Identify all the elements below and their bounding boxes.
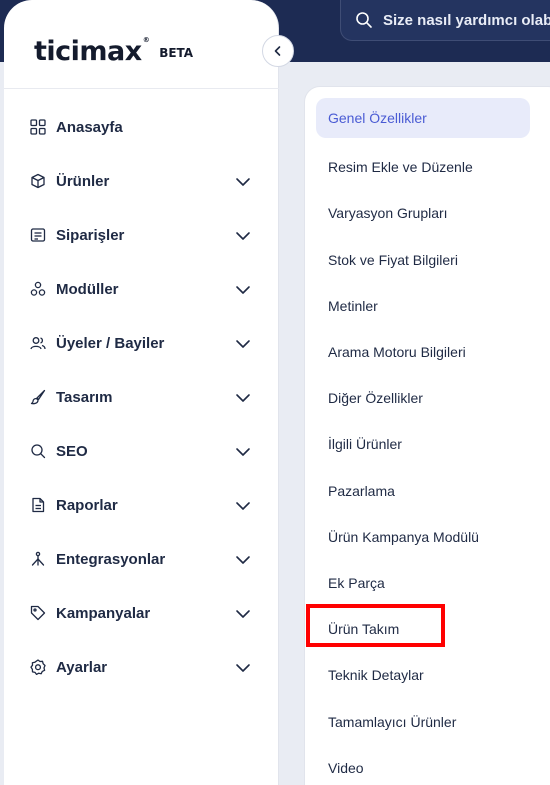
sidebar-item-seo[interactable]: SEO [4, 424, 279, 478]
sidebar-divider [4, 88, 279, 89]
chevron-down-icon[interactable] [235, 282, 251, 298]
sidebar-item-label: Tasarım [56, 388, 113, 406]
chevron-left-icon [274, 46, 281, 56]
section-genel-ozellikler[interactable]: Genel Özellikler [316, 98, 530, 138]
sidebar-item-anasayfa[interactable]: Anasayfa [4, 100, 279, 154]
section-ilgili-urunler[interactable]: İlgili Ürünler [316, 421, 530, 467]
search-icon [30, 443, 46, 459]
receipt-icon [30, 227, 46, 243]
chevron-down-icon[interactable] [235, 174, 251, 190]
integration-icon [30, 551, 46, 567]
section-urun-takim[interactable]: Ürün Takım [316, 606, 530, 652]
chevron-down-icon[interactable] [235, 390, 251, 406]
chevron-down-icon[interactable] [235, 444, 251, 460]
search-box[interactable] [340, 0, 550, 41]
section-varyasyon-gruplari[interactable]: Varyasyon Grupları [316, 190, 530, 236]
section-tamamlayici-urunler[interactable]: Tamamlayıcı Ürünler [316, 698, 530, 744]
chevron-down-icon[interactable] [235, 228, 251, 244]
document-icon [30, 497, 46, 513]
sidebar-item-label: Anasayfa [56, 118, 123, 136]
sidebar-item-moduller[interactable]: Modüller [4, 262, 279, 316]
sidebar-item-label: Raporlar [56, 496, 118, 514]
sidebar-item-entegrasyonlar[interactable]: Entegrasyonlar [4, 532, 279, 586]
sidebar-item-urunler[interactable]: Ürünler [4, 154, 279, 208]
tag-icon [30, 605, 46, 621]
logo-wordmark: ticimax® [34, 35, 150, 67]
sidebar-item-tasarim[interactable]: Tasarım [4, 370, 279, 424]
chevron-down-icon[interactable] [235, 660, 251, 676]
section-resim-ekle-ve-duzenle[interactable]: Resim Ekle ve Düzenle [316, 144, 530, 190]
sidebar-item-label: Ayarlar [56, 658, 108, 676]
section-pazarlama[interactable]: Pazarlama [316, 468, 530, 514]
chevron-down-icon[interactable] [235, 336, 251, 352]
section-diger-ozellikler[interactable]: Diğer Özellikler [316, 375, 530, 421]
modules-icon [30, 281, 46, 297]
section-stok-ve-fiyat-bilgileri[interactable]: Stok ve Fiyat Bilgileri [316, 237, 530, 283]
brush-icon [30, 389, 46, 405]
chevron-down-icon[interactable] [235, 552, 251, 568]
users-icon [30, 335, 46, 351]
section-urun-kampanya-modulu[interactable]: Ürün Kampanya Modülü [316, 514, 530, 560]
sidebar-menu: Anasayfa Ürünler Siparişler Modüller Üye… [4, 100, 279, 694]
sidebar-item-label: SEO [56, 442, 88, 460]
sidebar-item-label: Kampanyalar [56, 604, 151, 622]
collapse-sidebar-button[interactable] [262, 35, 294, 67]
sidebar-item-raporlar[interactable]: Raporlar [4, 478, 279, 532]
section-video[interactable]: Video [316, 745, 530, 785]
sidebar-item-label: Üyeler / Bayiler [56, 334, 165, 352]
logo: ticimax® BETA [34, 34, 193, 68]
sidebar-item-label: Ürünler [56, 172, 110, 190]
sidebar-item-label: Siparişler [56, 226, 125, 244]
box-icon [30, 173, 46, 189]
sidebar-item-label: Entegrasyonlar [56, 550, 166, 568]
search-input[interactable] [383, 11, 550, 29]
sidebar-item-label: Modüller [56, 280, 119, 298]
beta-badge: BETA [159, 46, 194, 60]
sidebar-item-kampanyalar[interactable]: Kampanyalar [4, 586, 279, 640]
section-arama-motoru-bilgileri[interactable]: Arama Motoru Bilgileri [316, 329, 530, 375]
chevron-down-icon[interactable] [235, 606, 251, 622]
section-ek-parca[interactable]: Ek Parça [316, 560, 530, 606]
chevron-down-icon[interactable] [235, 498, 251, 514]
product-sections-list: Genel Özellikler Resim Ekle ve Düzenle V… [316, 98, 530, 785]
sidebar-item-ayarlar[interactable]: Ayarlar [4, 640, 279, 694]
section-teknik-detaylar[interactable]: Teknik Detaylar [316, 652, 530, 698]
settings-icon [30, 659, 46, 675]
sidebar-item-siparisler[interactable]: Siparişler [4, 208, 279, 262]
search-icon [356, 12, 372, 28]
section-metinler[interactable]: Metinler [316, 283, 530, 329]
grid-icon [30, 119, 46, 135]
sidebar-item-uyeler-bayiler[interactable]: Üyeler / Bayiler [4, 316, 279, 370]
